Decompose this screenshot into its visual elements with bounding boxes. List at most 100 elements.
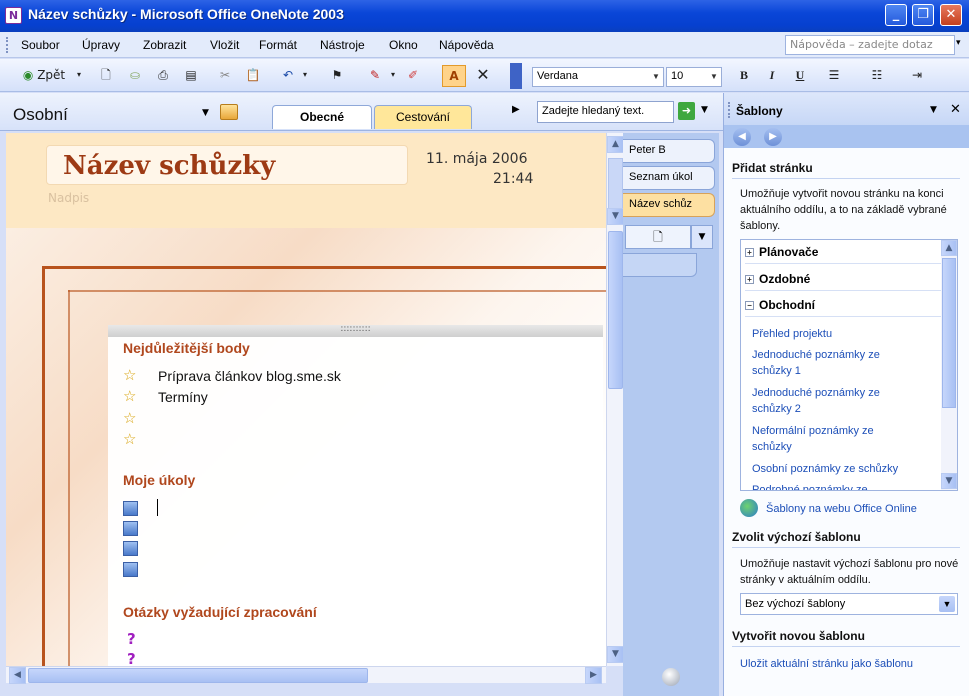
checkbox-icon[interactable] xyxy=(123,521,138,536)
menu-vlozit[interactable]: Vložit xyxy=(210,38,239,52)
bullets-icon[interactable]: ☰ xyxy=(823,65,845,87)
onenote-app-icon[interactable]: N xyxy=(5,7,22,24)
numbering-icon[interactable]: ☷ xyxy=(866,65,888,87)
new-page-dropdown-icon[interactable]: ▼ xyxy=(691,225,713,249)
back-button[interactable]: ◉ Zpět xyxy=(18,65,70,87)
indent-icon[interactable]: ⇥ xyxy=(906,65,928,87)
close-button[interactable]: ✕ xyxy=(940,4,962,26)
pen-dropdown-icon[interactable]: ▾ xyxy=(388,65,398,87)
template-group-ozdobne[interactable]: + Ozdobné xyxy=(745,269,941,291)
font-size-select[interactable]: 10 ▼ xyxy=(666,67,722,87)
new-page-icon[interactable]: 🗋 xyxy=(96,65,116,87)
vertical-scrollbar[interactable]: ▲ ▼ ▼ xyxy=(606,133,624,666)
important-heading[interactable]: Nejdůležitější body xyxy=(123,340,250,356)
checkbox-icon[interactable] xyxy=(123,541,138,556)
open-icon[interactable]: ⛀ xyxy=(124,65,146,87)
tab-cestovani[interactable]: Cestování xyxy=(374,105,472,129)
scroll-down-icon[interactable]: ▼ xyxy=(607,208,624,225)
section-name[interactable]: Osobní xyxy=(13,105,68,125)
template-group-obchodni[interactable]: − Obchodní xyxy=(745,295,941,317)
important-item[interactable]: Príprava článkov blog.sme.sk xyxy=(158,368,341,384)
template-link[interactable]: Osobní poznámky ze schůzky xyxy=(752,461,938,477)
questions-heading[interactable]: Otázky vyžadující zpracování xyxy=(123,604,317,620)
important-item[interactable]: Termíny xyxy=(158,389,208,405)
template-list-scrollbar[interactable]: ▲ ▼ xyxy=(941,240,957,490)
page-tab-active[interactable]: Název schůz xyxy=(623,193,715,217)
page-title[interactable]: Název schůzky xyxy=(63,151,275,181)
scroll-up-icon[interactable]: ▲ xyxy=(941,240,957,256)
maximize-button[interactable]: ❐ xyxy=(912,4,934,26)
template-list[interactable]: + Plánovače + Ozdobné − Obchodní Přehled pr… xyxy=(740,239,958,491)
bold-button[interactable]: B xyxy=(735,65,753,87)
folder-up-icon[interactable] xyxy=(220,104,238,120)
highlighter-icon[interactable]: ✐ xyxy=(402,65,424,87)
template-link[interactable]: Podrobné poznámky ze xyxy=(752,482,938,490)
star-icon[interactable]: ☆ xyxy=(123,387,136,405)
help-dropdown-icon[interactable]: ▾ xyxy=(956,38,961,48)
menu-napoveda[interactable]: Nápověda xyxy=(439,38,494,52)
tab-scroll-right-icon[interactable]: ▶ xyxy=(512,104,520,115)
scroll-left-icon[interactable]: ◀ xyxy=(9,667,26,684)
undo-dropdown-icon[interactable]: ▾ xyxy=(300,65,310,87)
scroll-down-icon[interactable]: ▼ xyxy=(607,646,624,663)
task-pane-menu-icon[interactable]: ▼ xyxy=(930,105,937,115)
page-tab[interactable]: Seznam úkol xyxy=(623,166,715,190)
office-online-link[interactable]: Šablony na webu Office Online xyxy=(766,501,966,517)
back-dropdown-icon[interactable]: ▾ xyxy=(74,65,84,87)
question-icon[interactable]: ? xyxy=(127,650,136,666)
search-input[interactable]: Zadejte hledaný text. xyxy=(537,101,674,123)
minimize-button[interactable]: _ xyxy=(885,4,907,26)
star-icon[interactable]: ☆ xyxy=(123,409,136,427)
print-icon[interactable]: ⎙ xyxy=(152,65,174,87)
toolbar-options-icon[interactable] xyxy=(510,63,522,89)
page-tab[interactable]: Peter B xyxy=(623,139,715,163)
help-search-input[interactable]: Nápověda – zadejte dotaz xyxy=(785,35,955,55)
forward-icon[interactable]: ▶ xyxy=(764,128,782,146)
preview-icon[interactable]: ▤ xyxy=(180,65,202,87)
flag-icon[interactable]: ⚑ xyxy=(326,65,348,87)
scroll-right-icon[interactable]: ▶ xyxy=(585,667,602,684)
page-canvas[interactable]: Název schůzky 11. mája 2006 21:44 Nadpis… xyxy=(6,133,606,666)
italic-button[interactable]: I xyxy=(763,65,781,87)
tasks-heading[interactable]: Moje úkoly xyxy=(123,472,195,488)
menu-nastroje[interactable]: Nástroje xyxy=(320,38,365,52)
scroll-up-icon[interactable]: ▲ xyxy=(607,136,624,153)
menu-okno[interactable]: Okno xyxy=(389,38,418,52)
scroll-thumb[interactable] xyxy=(608,231,623,389)
template-link[interactable]: Přehled projektu xyxy=(752,326,938,342)
template-link[interactable]: Neformální poznámky ze schůzky xyxy=(752,423,912,455)
section-dropdown-icon[interactable]: ▼ xyxy=(202,108,209,118)
star-icon[interactable]: ☆ xyxy=(123,366,136,384)
star-icon[interactable]: ☆ xyxy=(123,430,136,448)
eraser-icon[interactable]: ✕ xyxy=(472,65,494,87)
pen-icon[interactable]: ✎ xyxy=(364,65,386,87)
tab-obecne[interactable]: Obecné xyxy=(272,105,372,129)
menu-format[interactable]: Formát xyxy=(259,38,297,52)
scroll-down-icon[interactable]: ▼ xyxy=(941,473,957,489)
font-select[interactable]: Verdana ▼ xyxy=(532,67,664,87)
horizontal-scrollbar[interactable]: ◀ ▶ xyxy=(6,666,606,684)
search-go-icon[interactable]: ➜ xyxy=(678,102,695,120)
template-link[interactable]: Jednoduché poznámky ze schůzky 2 xyxy=(752,385,912,417)
task-pane-close-icon[interactable]: ✕ xyxy=(950,102,961,117)
scroll-thumb[interactable] xyxy=(942,258,956,408)
hscroll-thumb[interactable] xyxy=(28,668,368,683)
question-icon[interactable]: ? xyxy=(127,630,136,648)
undo-icon[interactable]: ↶ xyxy=(278,65,298,87)
checkbox-icon[interactable] xyxy=(123,562,138,577)
cut-icon[interactable]: ✂ xyxy=(214,65,236,87)
text-mode-button[interactable]: A xyxy=(442,65,466,87)
template-link[interactable]: Jednoduché poznámky ze schůzky 1 xyxy=(752,347,912,379)
search-dropdown-icon[interactable]: ▼ xyxy=(701,105,708,115)
menu-upravy[interactable]: Úpravy xyxy=(82,38,120,52)
save-as-template-link[interactable]: Uložit aktuální stránku jako šablonu xyxy=(740,656,966,672)
checkbox-icon[interactable] xyxy=(123,501,138,516)
new-page-button[interactable]: 🗋 xyxy=(625,225,691,249)
default-template-select[interactable]: Bez výchozí šablony ▼ xyxy=(740,593,958,615)
underline-button[interactable]: U xyxy=(791,65,809,87)
note-handle[interactable]: :::::::::: xyxy=(108,325,603,337)
page-list-options-icon[interactable] xyxy=(662,668,680,686)
menu-soubor[interactable]: Soubor xyxy=(21,38,60,52)
paste-icon[interactable]: 📋 xyxy=(242,65,264,87)
back-icon[interactable]: ◀ xyxy=(733,128,751,146)
